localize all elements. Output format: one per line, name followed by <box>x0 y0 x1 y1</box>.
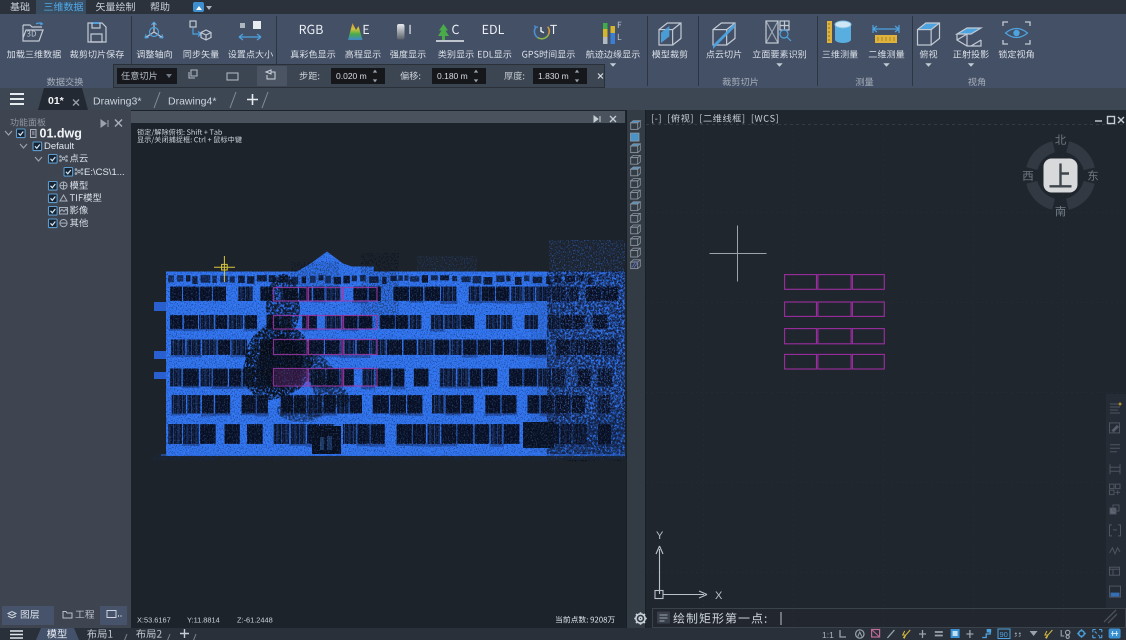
svg-text:Default: Default <box>44 141 74 152</box>
svg-text:Z:-61.2448: Z:-61.2448 <box>237 616 273 625</box>
svg-text:Y: Y <box>656 530 664 542</box>
svg-text:90: 90 <box>1000 630 1008 639</box>
svg-text:Y:11.8814: Y:11.8814 <box>187 616 220 625</box>
svg-text:1:1: 1:1 <box>822 630 834 640</box>
svg-text:X:53.6167: X:53.6167 <box>137 616 171 625</box>
svg-text:1.830 m: 1.830 m <box>538 71 569 81</box>
svg-text:01*: 01* <box>48 95 65 107</box>
svg-text:0.180 m: 0.180 m <box>437 71 468 81</box>
svg-text:01.dwg: 01.dwg <box>40 126 82 140</box>
svg-text:Drawing4*: Drawing4* <box>168 95 216 107</box>
svg-text:0.020 m: 0.020 m <box>336 71 367 81</box>
svg-text:X: X <box>715 590 723 602</box>
svg-text:E:\CS\1...: E:\CS\1... <box>84 167 125 178</box>
svg-text:Drawing3*: Drawing3* <box>93 95 141 107</box>
